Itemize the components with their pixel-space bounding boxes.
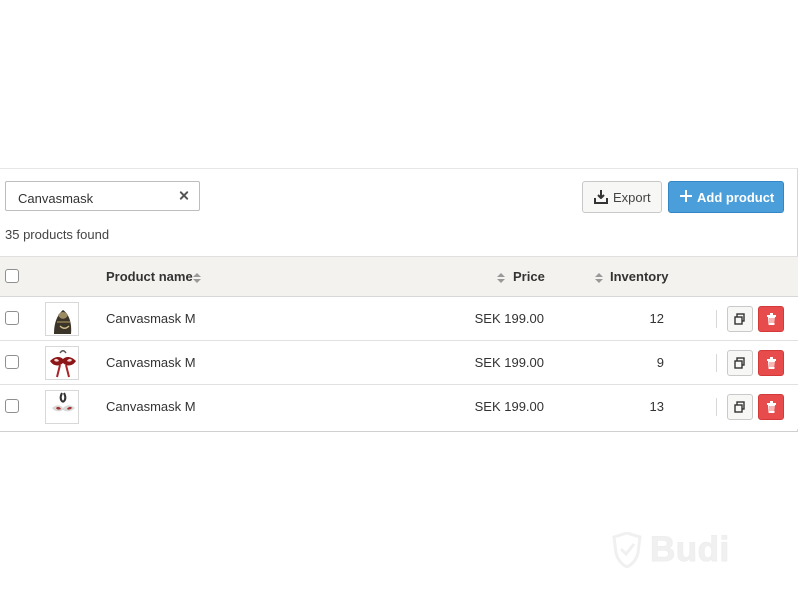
product-thumbnail[interactable] [45, 390, 79, 424]
export-button[interactable]: Export [582, 181, 662, 213]
row-checkbox[interactable] [5, 355, 19, 369]
price-header-label: Price [513, 269, 545, 284]
actions-divider [716, 354, 717, 372]
row-checkbox[interactable] [5, 399, 19, 413]
inventory-header-label: Inventory [610, 269, 669, 284]
trash-icon [767, 357, 776, 369]
trash-icon [767, 313, 776, 325]
shield-icon [612, 532, 642, 568]
table-row: Canvasmask M SEK 199.00 12 [0, 297, 798, 341]
copy-button[interactable] [727, 306, 753, 332]
product-inventory: 13 [649, 399, 664, 414]
row-checkbox[interactable] [5, 311, 19, 325]
product-name-header-label: Product name [106, 269, 193, 284]
products-table: Product name Price Inventory Canvasmask … [0, 256, 798, 433]
copy-button[interactable] [727, 394, 753, 420]
sort-icon[interactable] [193, 273, 201, 283]
delete-button[interactable] [758, 306, 784, 332]
mask-image-icon [46, 347, 78, 379]
add-product-button[interactable]: Add product [668, 181, 784, 213]
product-list-page: Export Add product 35 products found Pro… [0, 0, 800, 600]
mask-image-icon [46, 391, 78, 423]
product-thumbnail[interactable] [45, 302, 79, 336]
product-price: SEK 199.00 [474, 311, 544, 326]
product-name[interactable]: Canvasmask M [106, 399, 196, 414]
price-header[interactable]: Price [497, 269, 545, 284]
product-inventory: 9 [656, 355, 664, 370]
product-name[interactable]: Canvasmask M [106, 355, 196, 370]
table-header: Product name Price Inventory [0, 256, 798, 297]
products-count: 35 products found [5, 227, 110, 242]
export-icon [594, 190, 608, 204]
copy-icon [734, 357, 745, 369]
sort-icon[interactable] [497, 273, 505, 283]
mask-image-icon [46, 303, 78, 335]
actions-divider [716, 310, 717, 328]
product-thumbnail[interactable] [45, 346, 79, 380]
sort-icon[interactable] [595, 273, 603, 283]
product-inventory: 12 [649, 311, 664, 326]
export-label: Export [613, 190, 651, 205]
product-price: SEK 199.00 [474, 355, 544, 370]
products-panel: Export Add product 35 products found Pro… [0, 168, 798, 432]
table-row: Canvasmask M SEK 199.00 13 [0, 385, 798, 429]
table-row: Canvasmask M SEK 199.00 9 [0, 341, 798, 385]
watermark: Budi [610, 528, 770, 576]
product-price: SEK 199.00 [474, 399, 544, 414]
product-name-header[interactable]: Product name [106, 269, 201, 284]
trash-icon [767, 401, 776, 413]
plus-icon [680, 190, 692, 202]
close-icon[interactable] [176, 188, 192, 204]
delete-button[interactable] [758, 350, 784, 376]
search-box[interactable] [5, 181, 200, 211]
copy-icon [734, 313, 745, 325]
inventory-header[interactable]: Inventory [595, 269, 669, 284]
delete-button[interactable] [758, 394, 784, 420]
copy-button[interactable] [727, 350, 753, 376]
add-product-label: Add product [697, 190, 775, 205]
search-input[interactable] [16, 187, 170, 209]
copy-icon [734, 401, 745, 413]
actions-divider [716, 398, 717, 416]
product-name[interactable]: Canvasmask M [106, 311, 196, 326]
select-all-checkbox[interactable] [5, 269, 19, 283]
watermark-text: Budi [650, 530, 730, 570]
